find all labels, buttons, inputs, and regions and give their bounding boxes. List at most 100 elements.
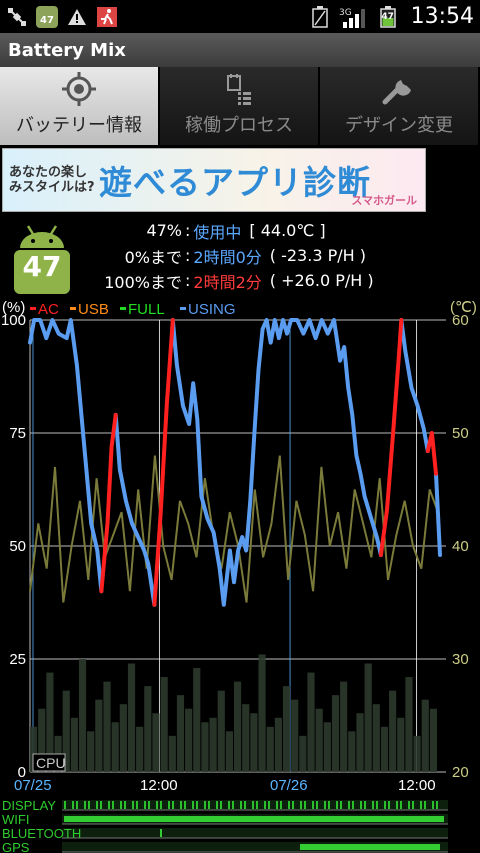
lane-display-segment — [160, 801, 162, 809]
lane-display-segment — [396, 801, 398, 809]
cpu-usage-bar — [266, 726, 274, 772]
legend-label-using: USING — [188, 301, 236, 318]
target-icon — [62, 71, 96, 107]
cpu-usage-bar — [127, 663, 136, 772]
lane-display-segment — [112, 801, 114, 809]
warning-icon — [66, 6, 88, 28]
lane-display-segment — [300, 801, 302, 809]
cpu-usage-bar — [315, 708, 323, 772]
lane-display-segment — [384, 801, 386, 809]
to-full-label: 100%まで — [104, 272, 182, 292]
lane-bluetooth-segment — [160, 829, 162, 837]
lane-wifi-segment — [64, 816, 444, 822]
cpu-usage-bar — [258, 654, 266, 772]
y-right-tick: 30 — [452, 651, 469, 668]
lane-display-segment — [132, 801, 134, 809]
legend-swatch — [180, 307, 186, 310]
battery-history-chart[interactable]: (%) (℃) AC USB FULL USING 1007550250 605040… — [0, 294, 480, 853]
y-right-tick: 60 — [452, 312, 469, 329]
cpu-usage-bar — [299, 735, 307, 772]
battery-percent: 47% — [146, 221, 182, 240]
left-axis-ticks: 1007550250 — [1, 312, 26, 781]
series-ac-line — [152, 318, 175, 607]
lane-label-wifi: WIFI — [2, 812, 29, 827]
lane-display-segment — [268, 801, 270, 809]
signal-3g-icon: 3G — [339, 6, 369, 28]
lane-display-segment — [64, 801, 66, 809]
chart-legend: AC USB FULL USING — [30, 301, 236, 318]
cpu-usage-bar — [225, 731, 233, 772]
right-axis-ticks: 60 50 40 30 20 — [452, 312, 469, 781]
series-using-line — [170, 318, 383, 607]
lane-display-segment — [108, 801, 110, 809]
status-line-current: 47% : 使用中 [ 44.0℃ ] — [84, 218, 474, 243]
lane-display-segment — [304, 801, 306, 809]
cpu-usage-bar — [307, 672, 315, 772]
lane-display-segment — [192, 801, 194, 809]
cpu-usage-bar — [185, 708, 193, 772]
cpu-usage-bars — [30, 654, 437, 772]
cpu-usage-bar — [87, 731, 95, 772]
cpu-usage-bar — [364, 663, 372, 772]
activity-lanes: DISPLAYWIFIBLUETOOTHGPS — [2, 798, 448, 853]
lane-display-segment — [376, 801, 378, 809]
cpu-usage-bar — [242, 704, 250, 772]
cpu-label: CPU — [36, 755, 66, 771]
lane-track — [62, 800, 448, 810]
legend-swatch — [70, 307, 76, 310]
discharge-rate: ( -23.3 P/H ) — [269, 246, 366, 265]
battery-widget-icon: 47 — [36, 5, 58, 28]
usage-status: 使用中 — [193, 222, 242, 242]
lane-display-segment — [324, 801, 326, 809]
tab-label: デザイン変更 — [345, 115, 453, 136]
y-right-tick: 20 — [452, 764, 469, 781]
lane-display-segment — [220, 801, 222, 809]
separator: : — [185, 271, 191, 290]
series-using-line — [399, 318, 430, 454]
tab-design[interactable]: デザイン変更 — [320, 67, 480, 145]
cpu-usage-bar — [429, 708, 437, 772]
lane-display-segment — [228, 801, 230, 809]
cpu-usage-bar — [234, 681, 242, 772]
time-to-empty: 2時間0分 — [193, 247, 262, 267]
lane-display-segment — [288, 801, 290, 809]
cpu-usage-bar — [111, 722, 119, 772]
cpu-usage-bar — [176, 695, 185, 772]
process-list-icon — [222, 71, 256, 107]
ad-banner-area: あなたの楽しみスタイルは? 遊べるアプリ診断 スマホガール — [0, 146, 480, 214]
battery-temperature: [ 44.0℃ ] — [249, 221, 326, 240]
lane-display-segment — [204, 801, 206, 809]
y-right-tick: 40 — [452, 538, 469, 555]
y-right-tick: 50 — [452, 425, 469, 442]
lane-display-segment — [424, 801, 426, 809]
lane-display-segment — [88, 801, 90, 809]
app-title: Battery Mix — [8, 39, 126, 61]
cpu-usage-bar — [282, 686, 291, 772]
lane-gps-segment — [300, 844, 440, 850]
cpu-usage-bar — [356, 713, 364, 772]
cpu-usage-bar — [372, 704, 380, 772]
lane-display-segment — [312, 801, 314, 809]
cpu-usage-bar — [413, 735, 421, 772]
status-line-to-empty: 0%まで : 2時間0分 ( -23.3 P/H ) — [84, 243, 474, 268]
lane-display-segment — [184, 801, 186, 809]
cpu-usage-bar — [209, 717, 217, 772]
y-left-tick: 50 — [9, 538, 26, 555]
series-ac-line — [378, 318, 404, 557]
cpu-usage-bar — [250, 713, 258, 772]
series-using-line — [434, 471, 442, 557]
ad-banner[interactable]: あなたの楽しみスタイルは? 遊べるアプリ診断 スマホガール — [2, 148, 426, 212]
status-line-to-full: 100%まで : 2時間2分 ( +26.0 P/H ) — [84, 268, 474, 293]
lane-display-segment — [240, 801, 242, 809]
lane-display-segment — [276, 801, 278, 809]
lane-display-segment — [84, 801, 86, 809]
battery-level-icon: 47 — [377, 5, 399, 28]
cpu-usage-bar — [348, 731, 356, 772]
cpu-usage-bar — [201, 722, 209, 772]
tab-processes[interactable]: 稼働プロセス — [160, 67, 320, 145]
ad-subtitle: スマホガール — [351, 194, 417, 207]
app-title-bar: Battery Mix — [0, 33, 480, 67]
lane-display-segment — [348, 801, 350, 809]
tab-battery-info[interactable]: バッテリー情報 — [0, 67, 160, 145]
tab-label: バッテリー情報 — [16, 115, 142, 136]
